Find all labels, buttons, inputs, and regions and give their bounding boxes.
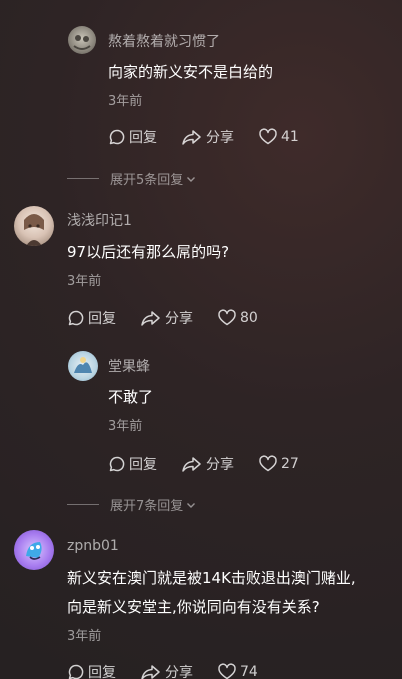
like-count: 80: [240, 310, 258, 326]
comment-actions: 回复 分享 74: [67, 662, 282, 679]
like-button[interactable]: 74: [217, 663, 258, 679]
reply-label: 回复: [88, 311, 116, 327]
comment-text: 不敢了: [108, 388, 154, 406]
share-button[interactable]: 分享: [181, 454, 234, 474]
comment-actions: 回复 分享 27: [108, 454, 323, 474]
comment-text: 97以后还有那么屌的吗?: [67, 243, 230, 261]
reply-label: 回复: [129, 457, 157, 473]
comment-bubble-icon: [68, 310, 84, 326]
chevron-down-icon: [187, 176, 196, 182]
reply-label: 回复: [129, 130, 157, 146]
share-arrow-icon: [141, 311, 160, 326]
reply-comment: 熬着熬着就习惯了 向家的新义安不是白给的 3年前 回复 分享 41: [0, 0, 402, 160]
comment-bubble-icon: [109, 129, 125, 145]
share-label: 分享: [206, 130, 234, 146]
divider-line: [67, 178, 99, 179]
avatar[interactable]: [14, 206, 54, 246]
share-label: 分享: [165, 311, 193, 327]
heart-icon: [259, 128, 277, 145]
comment-bubble-icon: [68, 664, 84, 679]
comment-text: 向家的新义安不是白给的: [108, 63, 274, 81]
avatar[interactable]: [68, 351, 98, 381]
share-button[interactable]: 分享: [140, 308, 193, 328]
timestamp: 3年前: [108, 419, 143, 434]
username[interactable]: 浅浅印记1: [67, 210, 132, 230]
avatar[interactable]: [68, 26, 96, 54]
heart-icon: [259, 455, 277, 472]
expand-replies-button[interactable]: 展开5条回复: [67, 169, 197, 188]
expand-replies-label: 展开5条回复: [110, 173, 184, 188]
divider-line: [67, 504, 99, 505]
chevron-down-icon: [187, 502, 196, 508]
like-button[interactable]: 80: [217, 309, 258, 327]
share-button[interactable]: 分享: [181, 127, 234, 147]
share-button[interactable]: 分享: [140, 662, 193, 679]
reply-button[interactable]: 回复: [108, 454, 157, 474]
share-arrow-icon: [141, 665, 160, 679]
username[interactable]: 堂果蜂: [108, 356, 150, 376]
like-count: 74: [240, 664, 258, 679]
share-arrow-icon: [182, 130, 201, 145]
like-count: 41: [281, 129, 299, 145]
reply-button[interactable]: 回复: [67, 662, 116, 679]
comment-bubble-icon: [109, 456, 125, 472]
reply-button[interactable]: 回复: [108, 127, 157, 147]
reply-label: 回复: [88, 665, 116, 679]
comment-actions: 回复 分享 41: [108, 127, 323, 147]
share-label: 分享: [206, 457, 234, 473]
expand-replies-button[interactable]: 展开7条回复: [67, 495, 197, 514]
comment-text-line-2: 向是新义安堂主,你说同向有没有关系?: [67, 598, 320, 616]
comment-text-line-1: 新义安在澳门就是被14K击败退出澳门赌业,: [67, 569, 356, 587]
reply-button[interactable]: 回复: [67, 308, 116, 328]
like-count: 27: [281, 456, 299, 472]
like-button[interactable]: 27: [258, 455, 299, 473]
heart-icon: [218, 309, 236, 326]
heart-icon: [218, 663, 236, 679]
timestamp: 3年前: [67, 274, 102, 289]
share-label: 分享: [165, 665, 193, 679]
username[interactable]: 熬着熬着就习惯了: [108, 31, 220, 51]
timestamp: 3年前: [108, 94, 143, 109]
username[interactable]: zpnb01: [67, 538, 119, 554]
like-button[interactable]: 41: [258, 128, 299, 146]
share-arrow-icon: [182, 457, 201, 472]
timestamp: 3年前: [67, 629, 102, 644]
comment-actions: 回复 分享 80: [67, 308, 282, 328]
expand-replies-label: 展开7条回复: [110, 499, 184, 514]
avatar[interactable]: [14, 530, 54, 570]
